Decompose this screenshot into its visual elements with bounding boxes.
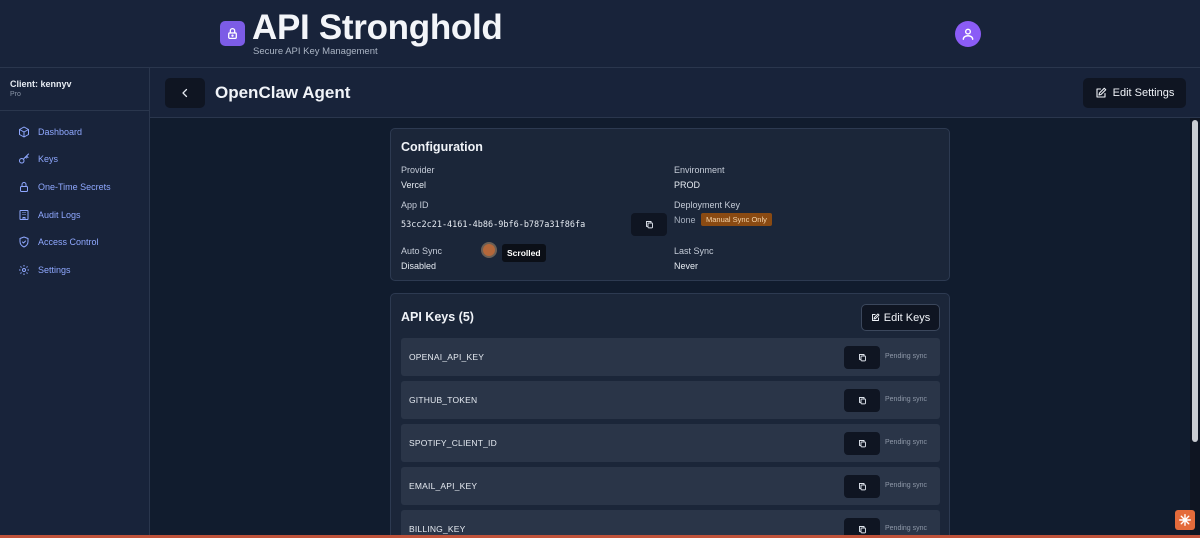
sidebar-item-label: Keys: [38, 154, 59, 165]
sync-status: Pending sync: [885, 353, 928, 360]
deployment-key-value: None: [674, 215, 696, 225]
last-sync-value: Never: [674, 261, 699, 271]
provider-label: Provider: [401, 165, 435, 175]
copy-key-button[interactable]: [844, 432, 880, 455]
api-keys-card: API Keys (5) Edit Keys OPENAI_API_KEY Pe…: [390, 293, 950, 538]
chevron-left-icon: [182, 88, 188, 98]
auto-sync-label: Auto Sync: [401, 246, 443, 256]
api-key-name: GITHUB_TOKEN: [409, 395, 478, 405]
page-title: OpenClaw Agent: [215, 83, 351, 102]
api-key-row: EMAIL_API_KEY Pending sync: [401, 467, 940, 505]
copy-icon: [858, 483, 866, 491]
client-plan: Pro: [10, 91, 21, 98]
sparkle-widget-icon[interactable]: [1175, 510, 1195, 530]
sync-status: Pending sync: [885, 396, 928, 403]
app-title: API Stronghold: [252, 8, 503, 47]
environment-value: PROD: [674, 180, 701, 190]
edit-keys-button[interactable]: Edit Keys: [861, 304, 940, 331]
client-info: Client: kennyv Pro: [0, 68, 149, 111]
environment-label: Environment: [674, 165, 725, 175]
sync-status: Pending sync: [885, 439, 928, 446]
api-key-row: GITHUB_TOKEN Pending sync: [401, 381, 940, 419]
sidebar-item-label: Audit Logs: [38, 209, 81, 220]
sidebar: Client: kennyv Pro Dashboard Keys One-Ti…: [0, 68, 150, 538]
api-key-name: BILLING_KEY: [409, 524, 466, 534]
sidebar-nav: Dashboard Keys One-Time Secrets Audit Lo…: [0, 111, 149, 284]
sidebar-item-keys[interactable]: Keys: [0, 146, 149, 174]
edit-icon: [871, 313, 880, 321]
copy-icon: [858, 354, 866, 362]
configuration-title: Configuration: [401, 140, 483, 154]
api-keys-title: API Keys (5): [401, 310, 474, 324]
api-key-row: SPOTIFY_CLIENT_ID Pending sync: [401, 424, 940, 462]
api-key-name: EMAIL_API_KEY: [409, 481, 478, 491]
vertical-scrollbar[interactable]: [1190, 118, 1200, 538]
building-icon: [19, 209, 29, 220]
app-subtitle: Secure API Key Management: [253, 46, 378, 57]
gear-icon: [19, 264, 29, 275]
app-id-label: App ID: [401, 200, 429, 210]
key-icon: [19, 153, 29, 164]
auto-sync-value: Disabled: [401, 261, 437, 271]
sidebar-item-one-time-secrets[interactable]: One-Time Secrets: [0, 173, 149, 201]
lock-icon: [20, 182, 28, 192]
sidebar-item-label: Dashboard: [38, 126, 83, 137]
edit-settings-label: Edit Settings: [1112, 87, 1175, 99]
copy-icon: [858, 526, 866, 534]
api-key-row: BILLING_KEY Pending sync: [401, 510, 940, 538]
api-key-row: OPENAI_API_KEY Pending sync: [401, 338, 940, 376]
shield-icon: [19, 236, 29, 248]
edit-settings-button[interactable]: Edit Settings: [1083, 78, 1186, 108]
manual-sync-badge: Manual Sync Only: [701, 213, 772, 226]
edit-keys-label: Edit Keys: [883, 311, 931, 324]
scrolled-tooltip: Scrolled: [502, 244, 546, 262]
user-avatar[interactable]: [955, 21, 981, 47]
provider-value: Vercel: [401, 180, 427, 190]
app-id-value: 53cc2c21-4161-4b86-9bf6-b787a31f86fa: [401, 220, 586, 230]
back-button[interactable]: [165, 78, 205, 108]
api-key-name: OPENAI_API_KEY: [409, 352, 485, 362]
cube-icon: [19, 126, 29, 138]
app-header: API Stronghold Secure API Key Management: [0, 0, 1200, 68]
client-name: Client: kennyv: [10, 79, 72, 89]
sync-status: Pending sync: [885, 525, 928, 532]
main-content: Configuration Provider Vercel Environmen…: [150, 118, 1190, 538]
sidebar-item-dashboard[interactable]: Dashboard: [0, 118, 149, 146]
lock-logo-icon: [220, 21, 245, 46]
sidebar-item-label: One-Time Secrets: [38, 181, 111, 192]
sidebar-item-label: Settings: [38, 264, 71, 275]
scrollbar-thumb[interactable]: [1192, 120, 1198, 442]
copy-app-id-button[interactable]: [631, 213, 667, 236]
deployment-key-label: Deployment Key: [674, 200, 741, 210]
sync-status: Pending sync: [885, 482, 928, 489]
copy-key-button[interactable]: [844, 346, 880, 369]
page-topbar: OpenClaw Agent Edit Settings: [150, 68, 1200, 118]
copy-icon: [858, 440, 866, 448]
sidebar-item-label: Access Control: [38, 237, 99, 248]
configuration-card: Configuration Provider Vercel Environmen…: [390, 128, 950, 281]
sidebar-item-access-control[interactable]: Access Control: [0, 228, 149, 256]
last-sync-label: Last Sync: [674, 246, 714, 256]
copy-icon: [645, 221, 653, 229]
copy-key-button[interactable]: [844, 389, 880, 412]
copy-key-button[interactable]: [844, 475, 880, 498]
copy-icon: [858, 397, 866, 405]
edit-icon: [1096, 87, 1106, 98]
sidebar-item-settings[interactable]: Settings: [0, 256, 149, 284]
api-key-name: SPOTIFY_CLIENT_ID: [409, 438, 497, 448]
auto-sync-toggle[interactable]: [481, 242, 497, 258]
user-icon: [962, 28, 974, 40]
asterisk-icon: [1179, 514, 1191, 526]
sidebar-item-audit-logs[interactable]: Audit Logs: [0, 201, 149, 229]
